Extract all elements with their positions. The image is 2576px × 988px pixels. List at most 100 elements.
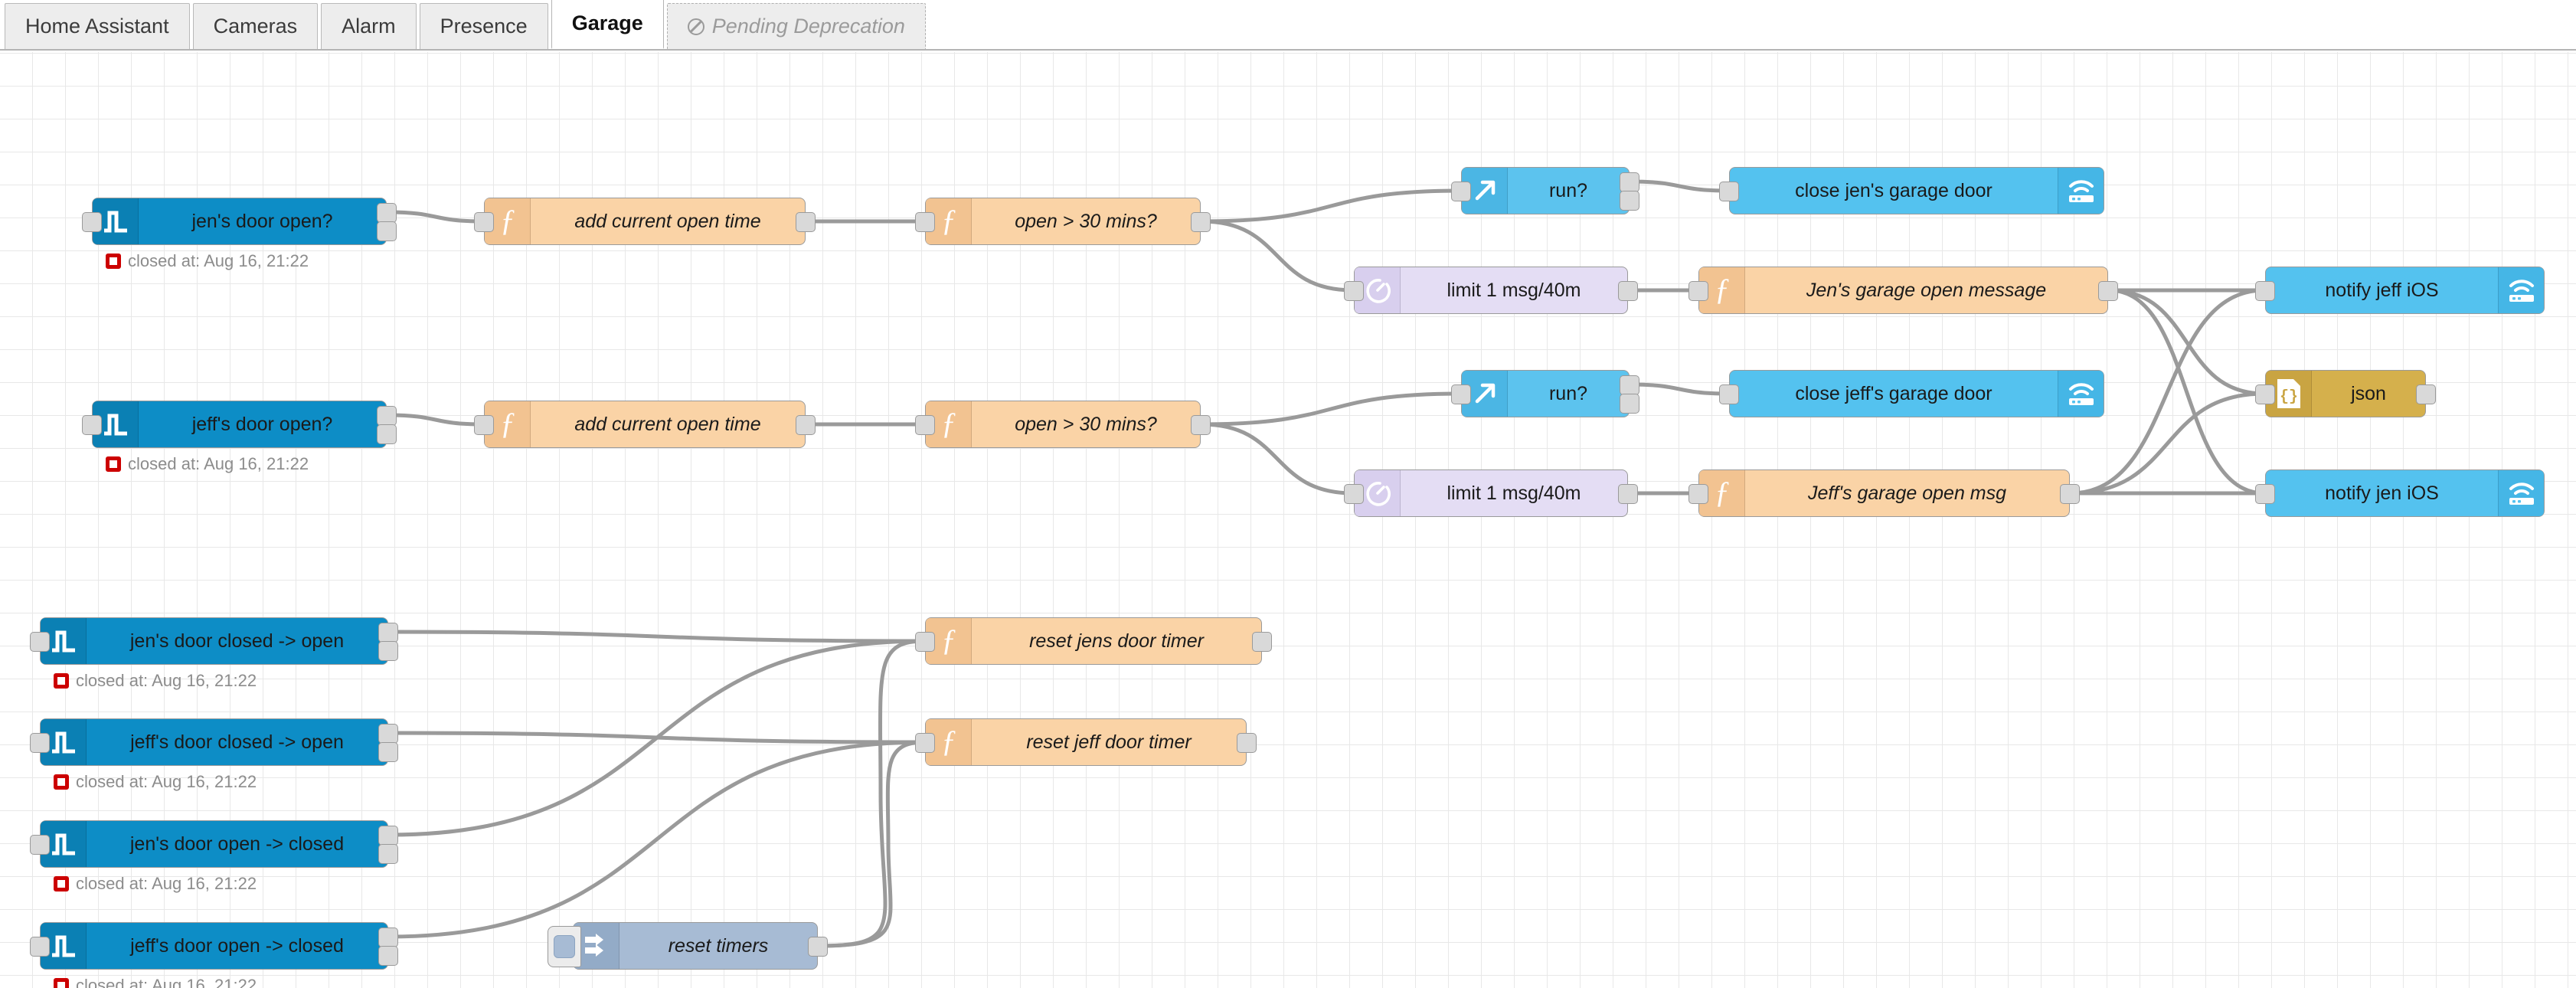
node-output-port[interactable] bbox=[2098, 281, 2118, 301]
node-output-port[interactable] bbox=[378, 927, 398, 947]
tab-alarm[interactable]: Alarm bbox=[321, 3, 417, 49]
node-output-port[interactable] bbox=[1620, 172, 1639, 192]
wire bbox=[816, 639, 927, 948]
node-input-port[interactable] bbox=[1719, 182, 1739, 201]
node-jeffs-open-closed[interactable]: jeff's door open -> closed bbox=[30, 922, 398, 970]
node-jens-closed-open[interactable]: jen's door closed -> open bbox=[30, 617, 398, 665]
node-output-port[interactable] bbox=[377, 406, 397, 426]
node-output-port[interactable] bbox=[378, 946, 398, 966]
node-output-port[interactable] bbox=[1252, 632, 1272, 652]
node-status: closed at: Aug 16, 21:22 bbox=[54, 671, 257, 691]
node-output-port[interactable] bbox=[1237, 733, 1257, 753]
node-label: reset jeff door timer bbox=[1026, 731, 1192, 753]
node-input-port[interactable] bbox=[915, 733, 935, 753]
node-output-port[interactable] bbox=[1191, 415, 1211, 435]
node-jeffs-add-time[interactable]: ƒ add current open time bbox=[474, 401, 816, 448]
node-jeffs-door-open[interactable]: jeff's door open? bbox=[82, 401, 397, 448]
node-label: reset timers bbox=[668, 934, 769, 957]
node-output-port[interactable] bbox=[1620, 375, 1639, 395]
tab-cameras[interactable]: Cameras bbox=[192, 3, 319, 49]
node-close-jens-door[interactable]: close jen's garage door bbox=[1719, 167, 2104, 214]
node-jeffs-limit[interactable]: limit 1 msg/40m bbox=[1344, 469, 1638, 517]
node-notify-jen-ios[interactable]: notify jen iOS bbox=[2255, 469, 2545, 517]
node-reset-jeff-timer[interactable]: ƒ reset jeff door timer bbox=[915, 718, 1257, 766]
node-input-port[interactable] bbox=[1451, 384, 1471, 404]
node-label: jen's door closed -> open bbox=[129, 630, 345, 652]
node-output-port[interactable] bbox=[378, 742, 398, 762]
node-close-jeffs-door[interactable]: close jeff's garage door bbox=[1719, 370, 2104, 417]
node-output-port[interactable] bbox=[377, 424, 397, 444]
node-output-port[interactable] bbox=[378, 623, 398, 643]
node-output-port[interactable] bbox=[378, 826, 398, 846]
node-output-port[interactable] bbox=[1191, 212, 1211, 232]
node-jens-open-closed[interactable]: jen's door open -> closed bbox=[30, 820, 398, 868]
node-jens-add-time[interactable]: ƒ add current open time bbox=[474, 198, 816, 245]
node-output-port[interactable] bbox=[796, 415, 816, 435]
status-square-icon bbox=[54, 876, 69, 891]
node-input-port[interactable] bbox=[30, 937, 50, 957]
node-output-port[interactable] bbox=[2416, 384, 2436, 404]
node-input-port[interactable] bbox=[474, 212, 494, 232]
wire bbox=[816, 740, 927, 948]
node-input-port[interactable] bbox=[30, 835, 50, 855]
node-input-port[interactable] bbox=[82, 415, 102, 435]
wire bbox=[1199, 188, 1463, 224]
tab-label: Presence bbox=[440, 15, 528, 38]
inject-trigger-button[interactable] bbox=[548, 926, 581, 967]
node-jeffs-open-30[interactable]: ƒ open > 30 mins? bbox=[915, 401, 1211, 448]
node-output-port[interactable] bbox=[377, 221, 397, 241]
node-input-port[interactable] bbox=[1688, 281, 1708, 301]
node-output-port[interactable] bbox=[377, 203, 397, 223]
node-output-port[interactable] bbox=[1618, 281, 1638, 301]
node-jens-limit[interactable]: limit 1 msg/40m bbox=[1344, 267, 1638, 314]
node-input-port[interactable] bbox=[915, 415, 935, 435]
tab-presence[interactable]: Presence bbox=[419, 3, 548, 49]
svg-text:ƒ: ƒ bbox=[1715, 275, 1730, 306]
node-input-port[interactable] bbox=[1719, 384, 1739, 404]
node-input-port[interactable] bbox=[30, 632, 50, 652]
node-output-port[interactable] bbox=[796, 212, 816, 232]
node-reset-timers[interactable]: reset timers bbox=[548, 922, 828, 970]
flow-canvas[interactable]: jen's door open? closed at: Aug 16, 21:22… bbox=[0, 52, 2576, 988]
node-jeffs-run[interactable]: run? bbox=[1451, 370, 1639, 417]
node-input-port[interactable] bbox=[82, 212, 102, 232]
node-input-port[interactable] bbox=[1451, 182, 1471, 201]
node-input-port[interactable] bbox=[1688, 484, 1708, 504]
node-jens-run[interactable]: run? bbox=[1451, 167, 1639, 214]
node-output-port[interactable] bbox=[378, 724, 398, 744]
node-input-port[interactable] bbox=[474, 415, 494, 435]
tab-home-assistant[interactable]: Home Assistant bbox=[5, 3, 190, 49]
node-output-port[interactable] bbox=[378, 641, 398, 661]
node-input-port[interactable] bbox=[1344, 281, 1364, 301]
node-output-port[interactable] bbox=[1620, 191, 1639, 211]
node-output-port[interactable] bbox=[378, 844, 398, 864]
node-input-port[interactable] bbox=[30, 733, 50, 753]
node-json-node[interactable]: {} json bbox=[2255, 370, 2436, 417]
wire bbox=[387, 740, 927, 939]
node-notify-jeff-ios[interactable]: notify jeff iOS bbox=[2255, 267, 2545, 314]
node-jens-open-message[interactable]: ƒ Jen's garage open message bbox=[1688, 267, 2118, 314]
node-jens-door-open[interactable]: jen's door open? bbox=[82, 198, 397, 245]
node-input-port[interactable] bbox=[915, 632, 935, 652]
node-input-port[interactable] bbox=[1344, 484, 1364, 504]
node-output-port[interactable] bbox=[808, 937, 828, 957]
node-label: notify jeff iOS bbox=[2325, 279, 2439, 301]
node-input-port[interactable] bbox=[2255, 384, 2275, 404]
node-jens-open-30[interactable]: ƒ open > 30 mins? bbox=[915, 198, 1211, 245]
tab-garage[interactable]: Garage bbox=[551, 0, 664, 49]
node-input-port[interactable] bbox=[915, 212, 935, 232]
node-input-port[interactable] bbox=[2255, 281, 2275, 301]
node-label: jeff's door open -> closed bbox=[130, 934, 344, 957]
svg-text:ƒ: ƒ bbox=[941, 626, 956, 656]
node-status-text: closed at: Aug 16, 21:22 bbox=[76, 671, 257, 690]
node-jeffs-closed-open[interactable]: jeff's door closed -> open bbox=[30, 718, 398, 766]
node-input-port[interactable] bbox=[2255, 484, 2275, 504]
flow-tab-bar: Home Assistant Cameras Alarm Presence Garage… bbox=[0, 0, 2576, 51]
node-reset-jens-timer[interactable]: ƒ reset jens door timer bbox=[915, 617, 1272, 665]
node-output-port[interactable] bbox=[1620, 394, 1639, 414]
node-output-port[interactable] bbox=[2060, 484, 2080, 504]
node-output-port[interactable] bbox=[1618, 484, 1638, 504]
tab-pending-deprecation[interactable]: Pending Deprecation bbox=[666, 3, 926, 49]
node-jeffs-open-msg[interactable]: ƒ Jeff's garage open msg bbox=[1688, 469, 2080, 517]
svg-text:ƒ: ƒ bbox=[941, 727, 956, 757]
